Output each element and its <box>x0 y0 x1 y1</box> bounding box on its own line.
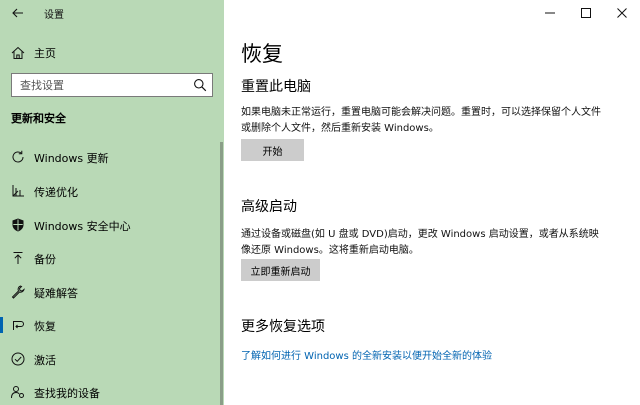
app-title: 设置 <box>44 10 64 21</box>
reset-start-button[interactable]: 开始 <box>241 139 304 161</box>
search-input[interactable] <box>12 74 188 96</box>
sidebar-item-label: 查找我的设备 <box>34 387 100 400</box>
minimize-button[interactable] <box>532 0 568 26</box>
restart-now-button[interactable]: 立即重新启动 <box>241 259 320 281</box>
advanced-startup-heading: 高级启动 <box>241 199 297 215</box>
sidebar-scrollbar[interactable] <box>220 142 223 405</box>
backup-arrow-icon <box>13 252 23 264</box>
reset-description: 如果电脑未正常运行，重置电脑可能会解决问题。重置时，可以选择保留个人文件或删除个… <box>241 107 601 134</box>
sidebar-item-label: Windows 安全中心 <box>34 220 131 233</box>
refresh-icon <box>12 150 24 163</box>
wrench-icon <box>11 285 25 299</box>
main-content: 恢复 重置此电脑 如果电脑未正常运行，重置电脑可能会解决问题。重置时，可以选择保… <box>224 0 640 405</box>
sidebar: 设置 主页 更新和安全 Windows 更新 传递优化 Windows 安全中心… <box>0 0 224 405</box>
sidebar-item-delivery-optimization[interactable]: 传递优化 <box>0 177 224 205</box>
search-box[interactable] <box>11 73 213 97</box>
close-button[interactable] <box>604 0 640 26</box>
search-icon[interactable] <box>193 78 207 92</box>
shield-icon <box>12 218 24 232</box>
recovery-icon <box>13 321 24 330</box>
person-locate-icon <box>11 386 24 399</box>
sidebar-item-home[interactable]: 主页 <box>0 40 224 66</box>
maximize-icon <box>581 8 591 18</box>
section-title: 更新和安全 <box>11 112 66 125</box>
more-recovery-heading: 更多恢复选项 <box>241 319 325 335</box>
titlebar-left: 设置 <box>0 0 224 26</box>
sidebar-item-find-my-device[interactable]: 查找我的设备 <box>0 378 224 405</box>
sidebar-item-windows-security[interactable]: Windows 安全中心 <box>0 211 224 239</box>
page-title: 恢复 <box>241 42 283 66</box>
delivery-optimization-icon <box>12 185 24 197</box>
sidebar-item-label: 恢复 <box>34 320 56 333</box>
back-arrow-icon <box>12 8 23 18</box>
check-circle-icon <box>11 352 25 366</box>
sidebar-item-label: 主页 <box>34 47 56 60</box>
sidebar-item-label: 备份 <box>34 253 56 266</box>
sidebar-item-troubleshoot[interactable]: 疑难解答 <box>0 278 224 306</box>
sidebar-item-backup[interactable]: 备份 <box>0 244 224 272</box>
close-icon <box>617 8 627 18</box>
fresh-install-link[interactable]: 了解如何进行 Windows 的全新安装以便开始全新的体验 <box>241 347 492 362</box>
sidebar-item-windows-update[interactable]: Windows 更新 <box>0 143 224 171</box>
home-icon <box>11 46 25 59</box>
reset-heading: 重置此电脑 <box>241 79 311 95</box>
advanced-startup-description: 通过设备或磁盘(如 U 盘或 DVD)启动，更改 Windows 启动设置，或者… <box>241 229 599 256</box>
minimize-icon <box>545 12 555 14</box>
sidebar-item-label: Windows 更新 <box>34 152 109 165</box>
sidebar-item-label: 传递优化 <box>34 186 78 199</box>
sidebar-item-label: 疑难解答 <box>34 287 78 300</box>
sidebar-item-activation[interactable]: 激活 <box>0 345 224 373</box>
back-button[interactable] <box>8 3 28 23</box>
sidebar-item-label: 激活 <box>34 354 56 367</box>
sidebar-item-recovery[interactable]: 恢复 <box>0 311 224 339</box>
maximize-button[interactable] <box>568 0 604 26</box>
window-controls <box>532 0 640 26</box>
